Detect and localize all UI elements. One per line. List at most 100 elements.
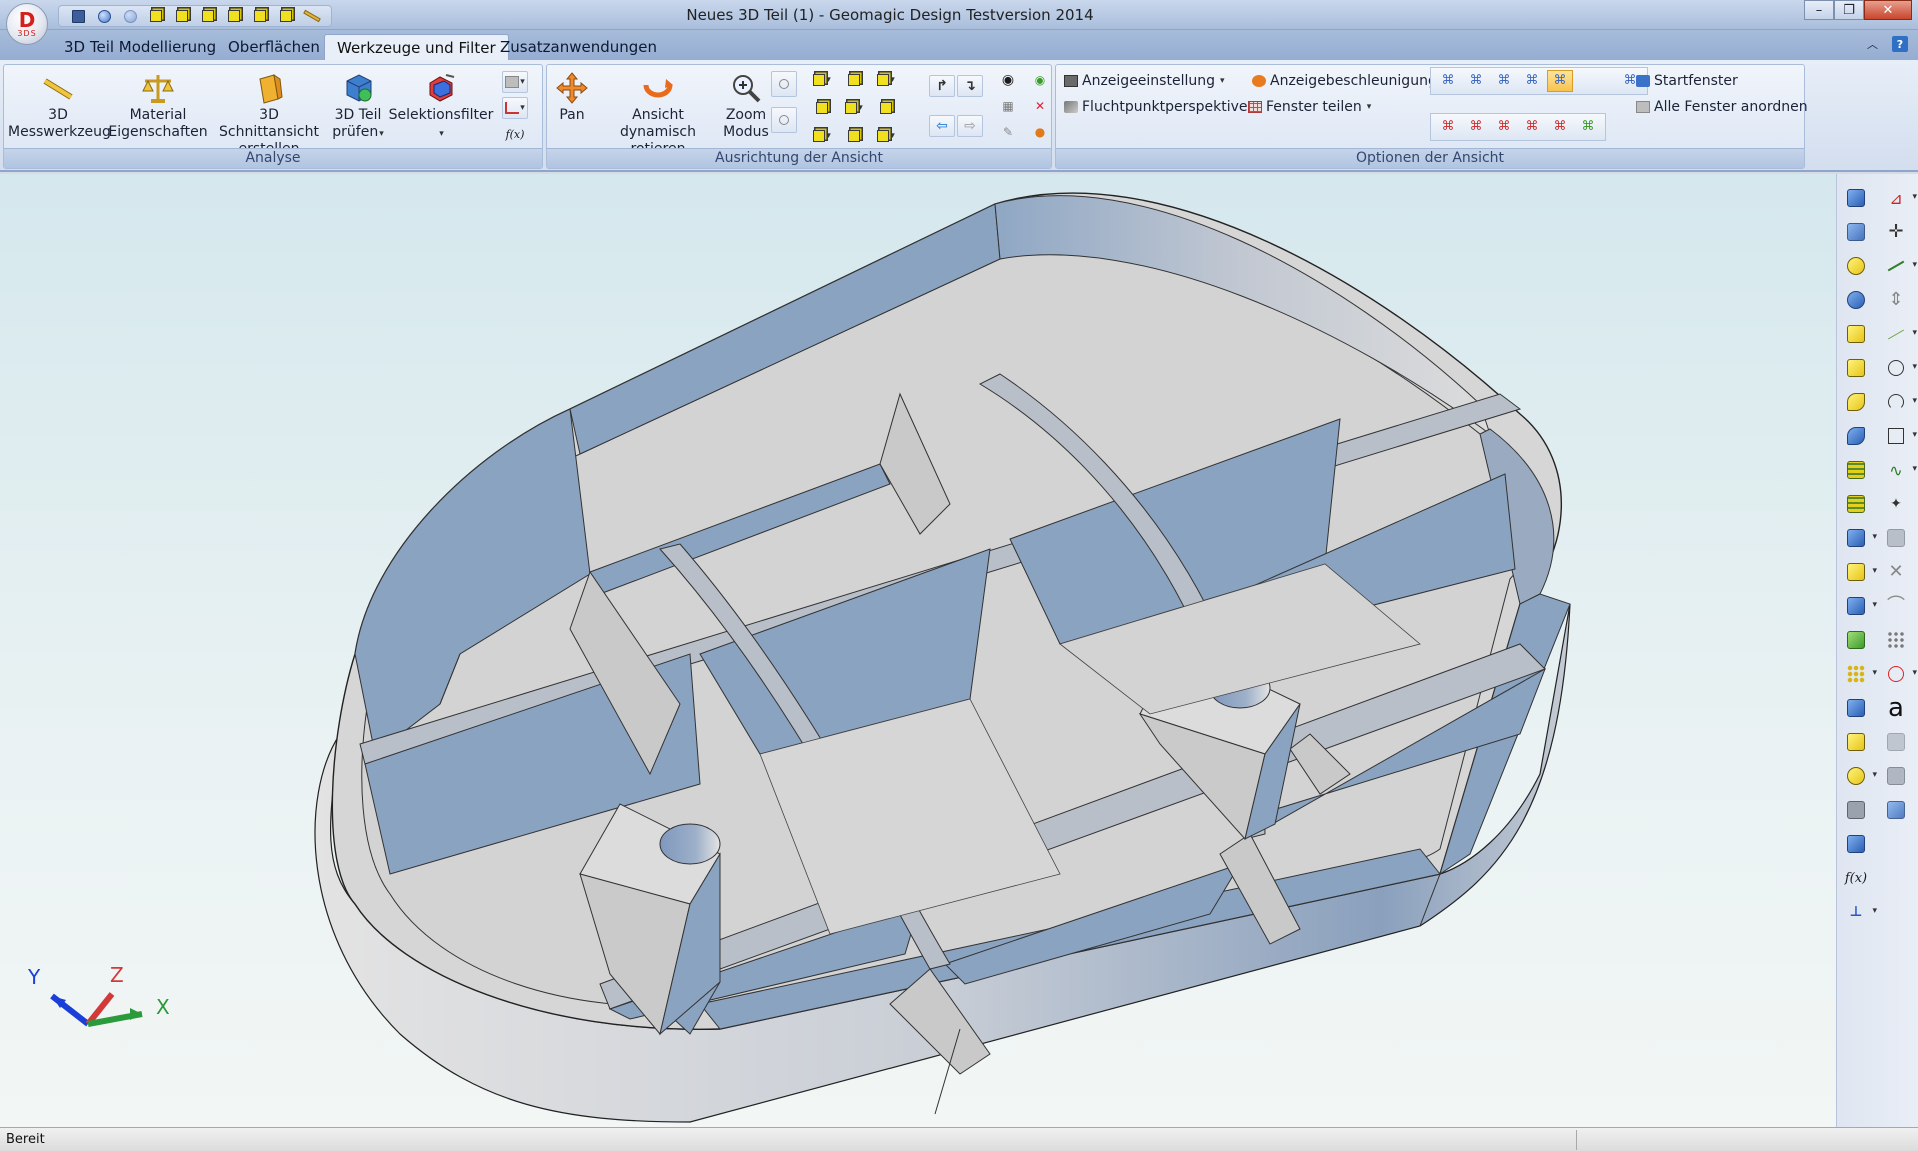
note-icon[interactable]: ▾ <box>502 71 528 93</box>
extrude-icon[interactable] <box>1843 186 1869 210</box>
previous-view-icon[interactable]: ⇦ <box>929 115 955 137</box>
sketch-circle-pattern-icon[interactable]: ▾ <box>1883 662 1917 686</box>
3d-viewport[interactable]: Y Z X <box>0 174 1836 1127</box>
view-left-icon[interactable]: ▾ <box>841 97 867 119</box>
shading-2-icon[interactable]: ⌘ <box>1463 70 1489 92</box>
plane-icon[interactable]: ▾ <box>1843 764 1877 788</box>
view-back-icon[interactable] <box>809 97 835 119</box>
hide-icon[interactable]: ▦ <box>995 95 1021 117</box>
view-top-icon[interactable] <box>841 69 867 91</box>
3d-schnittansicht-erstellen-button[interactable]: 3D Schnittansicht erstellen <box>208 69 330 158</box>
rotate-left-icon[interactable]: ↱ <box>929 75 955 97</box>
minimize-button[interactable]: – <box>1804 0 1834 20</box>
arc-icon[interactable]: ▾ <box>1883 390 1917 414</box>
tab-3d-teil-modellierung[interactable]: 3D Teil Modellierung <box>52 34 228 60</box>
3d-teil-pruefen-button[interactable]: 3D Teil prüfen▾ <box>330 69 386 143</box>
3d-messwerkzeug-button[interactable]: 3D Messwerkzeug <box>8 69 111 141</box>
cut-loft-icon[interactable] <box>1843 356 1869 380</box>
origin-icon[interactable]: ✛ <box>1883 220 1909 244</box>
3d-part-model[interactable] <box>0 174 1836 1127</box>
render-5-icon[interactable]: ⌘ <box>1547 116 1573 138</box>
pattern-icon[interactable]: ▾ <box>1843 662 1877 686</box>
anzeigebeschleunigung-button[interactable]: Anzeigebeschleunigung <box>1252 73 1437 89</box>
view-normal-icon[interactable] <box>841 125 867 147</box>
startfenster-button[interactable]: Startfenster <box>1636 73 1738 89</box>
eye-green-icon[interactable]: ◉ <box>1027 69 1053 91</box>
formula-icon[interactable]: f(x) <box>1843 866 1869 890</box>
help-icon[interactable]: ? <box>1892 36 1908 52</box>
material-eigenschaften-button[interactable]: Material Eigenschaften <box>108 69 208 141</box>
stack-icon[interactable] <box>1843 798 1869 822</box>
maximize-button[interactable]: ❐ <box>1834 0 1864 20</box>
render-1-icon[interactable]: ⌘ <box>1435 116 1461 138</box>
render-6-icon[interactable]: ⌘ <box>1575 116 1601 138</box>
tab-werkzeuge-und-filter[interactable]: Werkzeuge und Filter <box>324 34 509 60</box>
shading-3-icon[interactable]: ⌘ <box>1491 70 1517 92</box>
line-icon[interactable]: ▾ <box>1883 254 1917 278</box>
sketch-plane-icon[interactable]: ⊿ ▾ <box>1883 186 1917 210</box>
hole-icon[interactable] <box>1843 730 1869 754</box>
construction-line-icon[interactable]: ▾ <box>1883 322 1917 346</box>
minimize-ribbon-icon[interactable]: ︿ <box>1867 36 1878 52</box>
thread-icon[interactable] <box>1843 492 1869 516</box>
light-icon[interactable]: ● <box>1027 121 1053 143</box>
view-bottom-icon[interactable]: ▾ <box>809 125 835 147</box>
ansicht-dynamisch-rotieren-button[interactable]: Ansicht dynamisch rotieren <box>595 69 721 158</box>
trim-icon[interactable]: ✕ <box>1883 560 1909 584</box>
fluchtpunktperspektive-button[interactable]: Fluchtpunktperspektive▾ <box>1064 99 1257 115</box>
shading-1-icon[interactable]: ⌘ <box>1435 70 1461 92</box>
fillet-icon[interactable]: ▾ <box>1843 560 1877 584</box>
shading-5-icon[interactable]: ⌘ <box>1547 70 1573 92</box>
fenster-teilen-button[interactable]: Fenster teilen ▾ <box>1248 99 1371 115</box>
cut-revolve-icon[interactable] <box>1843 288 1869 312</box>
text-tool-icon[interactable]: a <box>1883 695 1909 721</box>
rotate-right-icon[interactable]: ↴ <box>957 75 983 97</box>
measure-toolbar-icon[interactable]: ⊥ ▾ <box>1843 900 1877 924</box>
zoom-modus-button[interactable]: Zoom Modus <box>721 69 771 141</box>
mirror-icon[interactable] <box>1843 696 1869 720</box>
spline-icon[interactable]: ∿ ▾ <box>1883 458 1917 482</box>
revolve-icon[interactable] <box>1843 254 1869 278</box>
draft-icon[interactable]: ▾ <box>1843 594 1877 618</box>
fillet-sketch-icon[interactable]: ⌒ <box>1883 594 1909 618</box>
offset-icon[interactable] <box>1883 764 1909 788</box>
hatch-icon[interactable] <box>1883 526 1909 550</box>
tab-oberflaechen[interactable]: Oberflächen <box>216 34 332 60</box>
view-front-icon[interactable]: ▾ <box>809 69 835 91</box>
render-2-icon[interactable]: ⌘ <box>1463 116 1489 138</box>
anzeigeeinstellung-button[interactable]: Anzeigeeinstellung ▾ <box>1064 73 1225 89</box>
sketch-pattern-icon[interactable] <box>1883 628 1909 652</box>
sweep-icon[interactable] <box>1843 390 1869 414</box>
alle-fenster-anordnen-button[interactable]: Alle Fenster anordnen <box>1636 99 1808 115</box>
shading-4-icon[interactable]: ⌘ <box>1519 70 1545 92</box>
rib-icon[interactable] <box>1843 628 1869 652</box>
circle-icon[interactable]: ▾ <box>1883 356 1917 380</box>
tab-zusatzanwendungen[interactable]: Zusatzanwendungen <box>488 34 669 60</box>
graph-icon[interactable]: ▾ <box>502 97 528 119</box>
close-button[interactable]: ✕ <box>1864 0 1912 20</box>
render-3-icon[interactable]: ⌘ <box>1491 116 1517 138</box>
render-4-icon[interactable]: ⌘ <box>1519 116 1545 138</box>
view-right-icon[interactable] <box>873 97 899 119</box>
dimension-icon[interactable]: ⇕ <box>1883 288 1909 312</box>
eye-icon[interactable]: ◉ <box>995 69 1021 91</box>
project-icon[interactable] <box>1883 730 1909 754</box>
next-view-icon[interactable]: ⇨ <box>957 115 983 137</box>
view-iso-icon[interactable]: ▾ <box>873 69 899 91</box>
shell-icon[interactable]: ▾ <box>1843 526 1877 550</box>
cut-extrude-icon[interactable] <box>1843 220 1869 244</box>
spring-icon[interactable] <box>1843 458 1869 482</box>
zoom-fit-icon[interactable] <box>771 107 797 133</box>
selektionsfilter-button[interactable]: Selektionsfilter ▾ <box>386 69 496 143</box>
rectangle-icon[interactable]: ▾ <box>1883 424 1917 448</box>
loft-icon[interactable] <box>1843 322 1869 346</box>
pan-button[interactable]: Pan <box>549 69 595 124</box>
point-icon[interactable]: ✦ <box>1883 492 1909 516</box>
show-all-icon[interactable]: ✕ <box>1027 95 1053 117</box>
cut-sweep-icon[interactable] <box>1843 424 1869 448</box>
view-dimetric-icon[interactable]: ▾ <box>873 125 899 147</box>
zoom-window-icon[interactable] <box>771 71 797 97</box>
formula-button[interactable]: f(x) <box>502 123 528 145</box>
component-icon[interactable] <box>1843 832 1869 856</box>
surface-icon[interactable] <box>1883 798 1909 822</box>
